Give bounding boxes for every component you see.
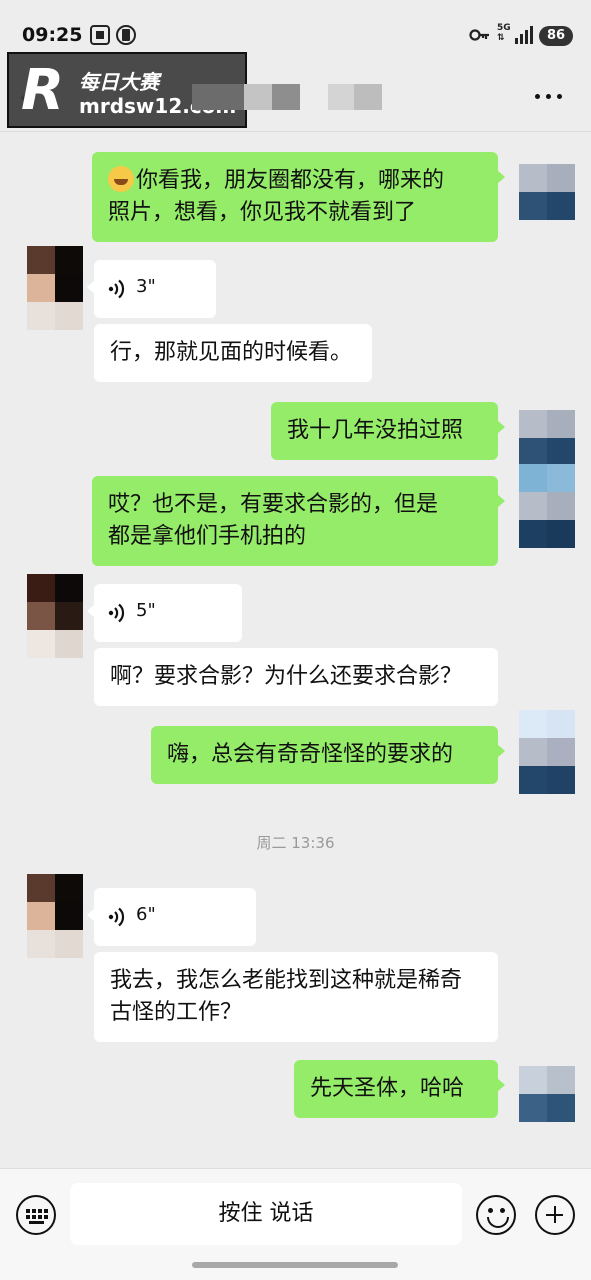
plus-icon[interactable] — [535, 1195, 575, 1235]
message-bubble-outgoing[interactable]: 先天圣体，哈哈 — [294, 1060, 505, 1118]
voice-wave-icon — [108, 907, 125, 927]
voice-wave-icon — [108, 279, 125, 299]
watermark-site-name: 每日大赛 — [79, 70, 159, 94]
battery-indicator: 86 — [539, 26, 573, 46]
home-indicator[interactable] — [192, 1262, 398, 1268]
message-line: 先天圣体，哈哈 — [310, 1076, 465, 1101]
voice-wave-icon — [108, 603, 125, 623]
contact-avatar[interactable] — [27, 574, 83, 658]
key-icon — [469, 29, 489, 41]
my-avatar[interactable] — [519, 464, 575, 548]
message-line: 你看我，朋友圈都没有，哪来的 — [136, 168, 445, 193]
message-bubble-incoming[interactable]: 行，那就见面的时候看。 — [94, 324, 372, 382]
my-avatar[interactable] — [519, 410, 575, 466]
message-bubble-outgoing[interactable]: 你看我，朋友圈都没有，哪来的 照片，想看，你见我不就看到了 — [92, 152, 505, 242]
signal-icon — [515, 26, 533, 44]
contact-avatar[interactable] — [27, 246, 83, 330]
my-avatar[interactable] — [519, 710, 575, 794]
rolling-laughing-emoji-icon — [108, 166, 134, 192]
message-line: 古怪的工作？ — [110, 1000, 243, 1025]
screenshot-icon — [90, 25, 110, 45]
voice-duration: 5" — [136, 600, 156, 621]
timestamp: 周二 13:36 — [256, 834, 335, 852]
message-bubble-incoming[interactable]: 我去，我怎么老能找到这种就是稀奇 古怪的工作？ — [94, 952, 498, 1042]
message-line: 照片，想看，你见我不就看到了 — [108, 200, 417, 225]
message-line: 行，那就见面的时候看。 — [110, 340, 353, 365]
message-bubble-outgoing[interactable]: 我十几年没拍过照 — [271, 402, 505, 460]
chat-header: R 每日大赛 mrdsw12.com — [0, 48, 591, 132]
message-line: 我去，我怎么老能找到这种就是稀奇 — [110, 968, 463, 993]
watermark-logo-letter: R — [21, 58, 65, 123]
my-avatar[interactable] — [519, 164, 575, 220]
hold-to-talk-button[interactable]: 按住 说话 — [70, 1183, 462, 1245]
voice-message[interactable]: 5" — [87, 584, 242, 642]
message-line: 啊？要求合影？为什么还要求合影？ — [110, 664, 463, 689]
voice-message[interactable]: 6" — [87, 888, 256, 946]
message-bubble-incoming[interactable]: 啊？要求合影？为什么还要求合影？ — [94, 648, 498, 706]
voice-duration: 6" — [136, 904, 156, 925]
sim-card-icon — [116, 25, 136, 45]
message-line: 哎？也不是，有要求合影的，但是 — [108, 492, 439, 517]
message-line: 我十几年没拍过照 — [287, 418, 464, 443]
keyboard-icon[interactable] — [16, 1195, 56, 1235]
voice-duration: 3" — [136, 276, 156, 297]
message-line: 都是拿他们手机拍的 — [108, 524, 307, 549]
my-avatar[interactable] — [519, 1066, 575, 1122]
voice-message[interactable]: 3" — [87, 260, 216, 318]
status-time: 09:25 — [22, 24, 83, 46]
emoji-icon[interactable] — [476, 1195, 516, 1235]
message-bubble-outgoing[interactable]: 哎？也不是，有要求合影的，但是 都是拿他们手机拍的 — [92, 476, 505, 566]
message-list[interactable]: 你看我，朋友圈都没有，哪来的 照片，想看，你见我不就看到了 3" 行，那就见面的… — [0, 132, 591, 1168]
contact-avatar[interactable] — [27, 874, 83, 958]
network-type: 5G ⇅ — [497, 23, 511, 43]
more-icon[interactable] — [535, 94, 563, 100]
message-bubble-outgoing[interactable]: 嗨，总会有奇奇怪怪的要求的 — [151, 726, 505, 784]
message-line: 嗨，总会有奇奇怪怪的要求的 — [167, 742, 454, 767]
